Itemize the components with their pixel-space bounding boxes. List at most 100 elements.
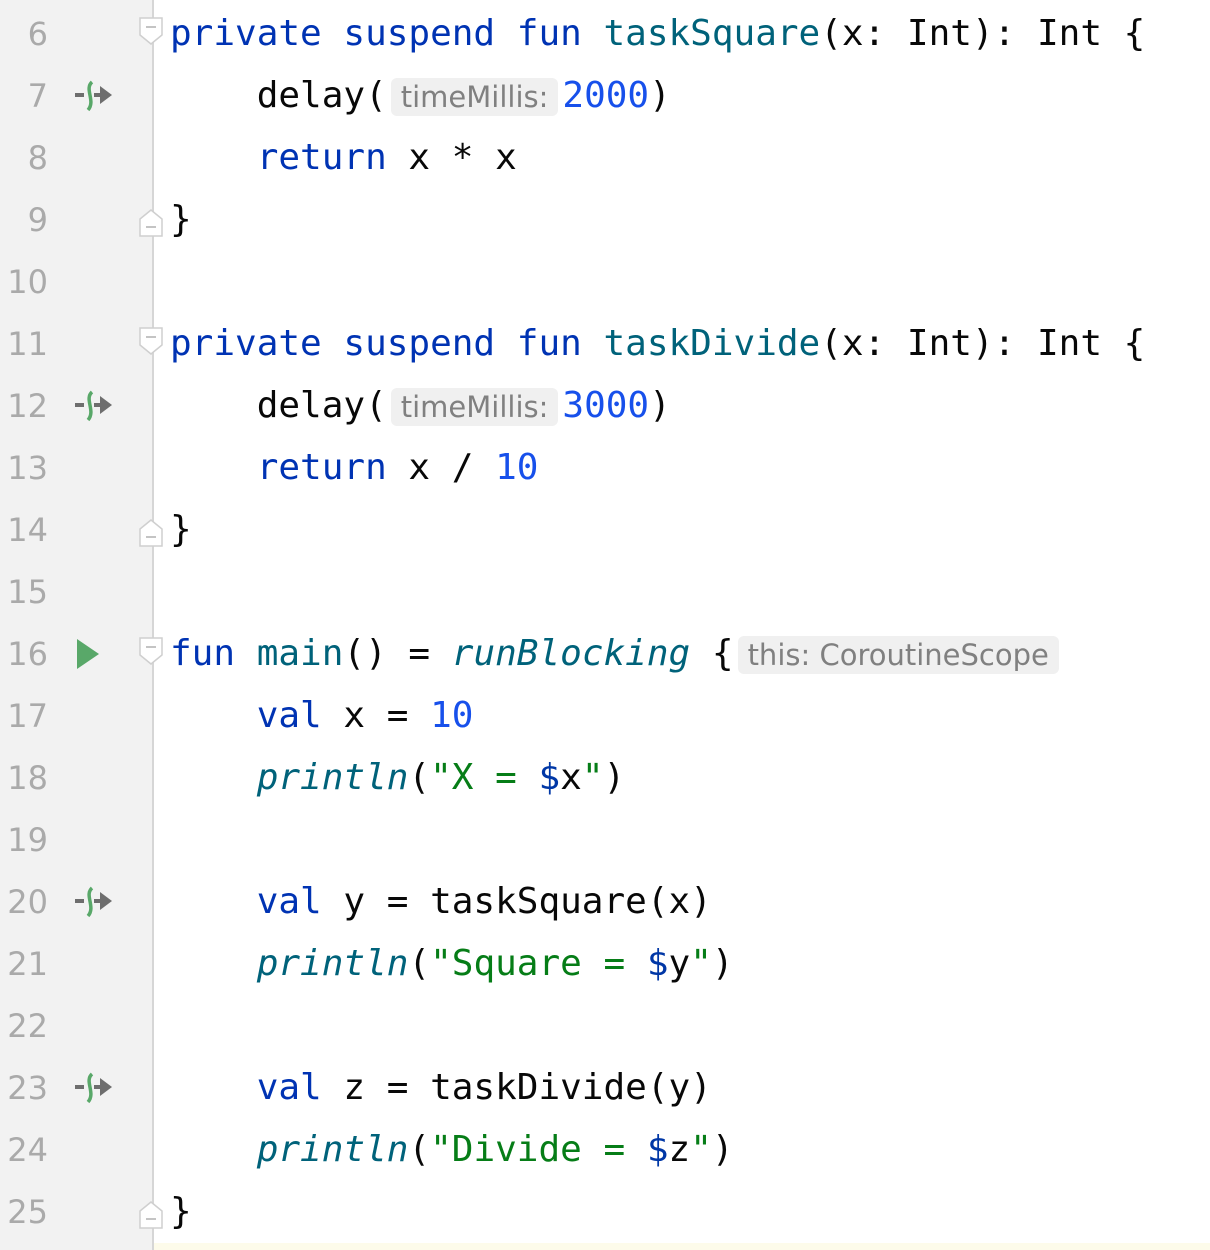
code-token: println — [170, 943, 409, 984]
suspend-call-icon[interactable] — [74, 79, 114, 113]
code-token: { — [690, 633, 734, 674]
line-number: 21 — [7, 945, 48, 983]
code-token: taskSquare — [603, 13, 821, 54]
code-line[interactable]: 14} — [0, 499, 1210, 561]
code-token: x / — [408, 447, 496, 488]
code-token: ( — [408, 757, 431, 798]
code-token: val — [170, 695, 344, 736]
code-line[interactable]: 10 — [0, 251, 1210, 313]
code-token: return — [170, 447, 409, 488]
suspend-call-icon[interactable] — [74, 1071, 114, 1105]
code-line[interactable]: 25} — [0, 1181, 1210, 1243]
inlay-hint: timeMillis: — [390, 388, 559, 426]
code-token: " — [690, 943, 712, 984]
code-text: private suspend fun taskDivide(x: Int): … — [170, 313, 1145, 375]
code-token: ) — [711, 1129, 734, 1170]
code-token: $ — [646, 943, 669, 984]
fold-collapse-icon[interactable] — [139, 637, 163, 665]
code-token: println — [170, 757, 409, 798]
code-token: ) — [603, 757, 626, 798]
run-icon[interactable] — [74, 637, 114, 671]
code-token: "Divide = — [430, 1129, 647, 1170]
code-text: } — [170, 499, 192, 561]
code-token: private suspend fun — [170, 323, 604, 364]
code-line[interactable]: 23 val z = taskDivide(y) — [0, 1057, 1210, 1119]
code-token: } — [170, 199, 192, 240]
code-line[interactable]: 19 — [0, 809, 1210, 871]
code-token: "Square = — [430, 943, 647, 984]
code-token: $ — [646, 1129, 669, 1170]
code-token: ) — [649, 385, 671, 426]
code-token: 10 — [495, 447, 539, 488]
line-number: 22 — [7, 1007, 48, 1045]
code-text: val x = 10 — [170, 685, 474, 747]
code-token: x = — [343, 695, 431, 736]
code-token: delay( — [170, 75, 387, 116]
code-token: " — [581, 757, 604, 798]
code-line[interactable]: 20 val y = taskSquare(x) — [0, 871, 1210, 933]
code-text: fun main() = runBlocking {this: Coroutin… — [170, 623, 1063, 686]
code-token: fun — [170, 633, 257, 674]
code-token: taskDivide — [603, 323, 821, 364]
line-number: 7 — [27, 77, 48, 115]
code-token: val — [170, 881, 344, 922]
code-line[interactable]: 12 delay(timeMillis: 3000) — [0, 375, 1210, 437]
code-line[interactable]: 9} — [0, 189, 1210, 251]
code-token: ( — [408, 943, 431, 984]
inlay-hint: this: CoroutineScope — [737, 636, 1059, 674]
fold-collapse-icon[interactable] — [139, 327, 163, 355]
code-token: val — [170, 1067, 344, 1108]
inlay-hint: timeMillis: — [390, 78, 559, 116]
current-line-highlight — [154, 1243, 1210, 1250]
line-number: 23 — [7, 1069, 48, 1107]
code-token: y = taskSquare(x) — [343, 881, 712, 922]
code-token: "X = — [430, 757, 539, 798]
code-token: y — [668, 943, 691, 984]
code-line[interactable]: 16 fun main() = runBlocking {this: Corout… — [0, 623, 1210, 685]
code-token: private suspend fun — [170, 13, 604, 54]
code-line[interactable]: 13 return x / 10 — [0, 437, 1210, 499]
code-token: main — [256, 633, 344, 674]
line-number: 14 — [7, 511, 48, 549]
fold-end-icon[interactable] — [139, 1201, 163, 1229]
code-line[interactable]: 24 println("Divide = $z") — [0, 1119, 1210, 1181]
code-text: println("Divide = $z") — [170, 1119, 734, 1181]
code-line[interactable]: 21 println("Square = $y") — [0, 933, 1210, 995]
line-number: 20 — [7, 883, 48, 921]
code-line[interactable]: 7 delay(timeMillis: 2000) — [0, 65, 1210, 127]
line-number: 19 — [7, 821, 48, 859]
code-text: println("X = $x") — [170, 747, 626, 809]
line-number: 18 — [7, 759, 48, 797]
code-token: x * x — [408, 137, 517, 178]
code-text: } — [170, 189, 192, 251]
line-number: 25 — [7, 1193, 48, 1231]
code-text: private suspend fun taskSquare(x: Int): … — [170, 3, 1145, 65]
fold-end-icon[interactable] — [139, 209, 163, 237]
code-line[interactable]: 15 — [0, 561, 1210, 623]
code-token: (x: Int): Int { — [820, 323, 1146, 364]
code-line[interactable]: 17 val x = 10 — [0, 685, 1210, 747]
code-token: z — [668, 1129, 691, 1170]
suspend-call-icon[interactable] — [74, 885, 114, 919]
code-token: () = — [343, 633, 452, 674]
code-text: val z = taskDivide(y) — [170, 1057, 712, 1119]
fold-end-icon[interactable] — [139, 519, 163, 547]
code-token: return — [170, 137, 409, 178]
code-token: ( — [408, 1129, 431, 1170]
code-line[interactable]: 6 private suspend fun taskSquare(x: Int):… — [0, 3, 1210, 65]
code-token: ) — [711, 943, 734, 984]
code-token: delay( — [170, 385, 387, 426]
code-line[interactable]: 22 — [0, 995, 1210, 1057]
suspend-call-icon[interactable] — [74, 389, 114, 423]
fold-collapse-icon[interactable] — [139, 17, 163, 45]
code-token: } — [170, 1191, 192, 1232]
line-number: 13 — [7, 449, 48, 487]
code-line[interactable]: 11 private suspend fun taskDivide(x: Int)… — [0, 313, 1210, 375]
code-line[interactable]: 18 println("X = $x") — [0, 747, 1210, 809]
code-token: 3000 — [562, 385, 650, 426]
code-line[interactable]: 8 return x * x — [0, 127, 1210, 189]
code-token: 2000 — [562, 75, 650, 116]
code-token: } — [170, 509, 192, 550]
line-number: 17 — [7, 697, 48, 735]
code-token: z = taskDivide(y) — [343, 1067, 712, 1108]
